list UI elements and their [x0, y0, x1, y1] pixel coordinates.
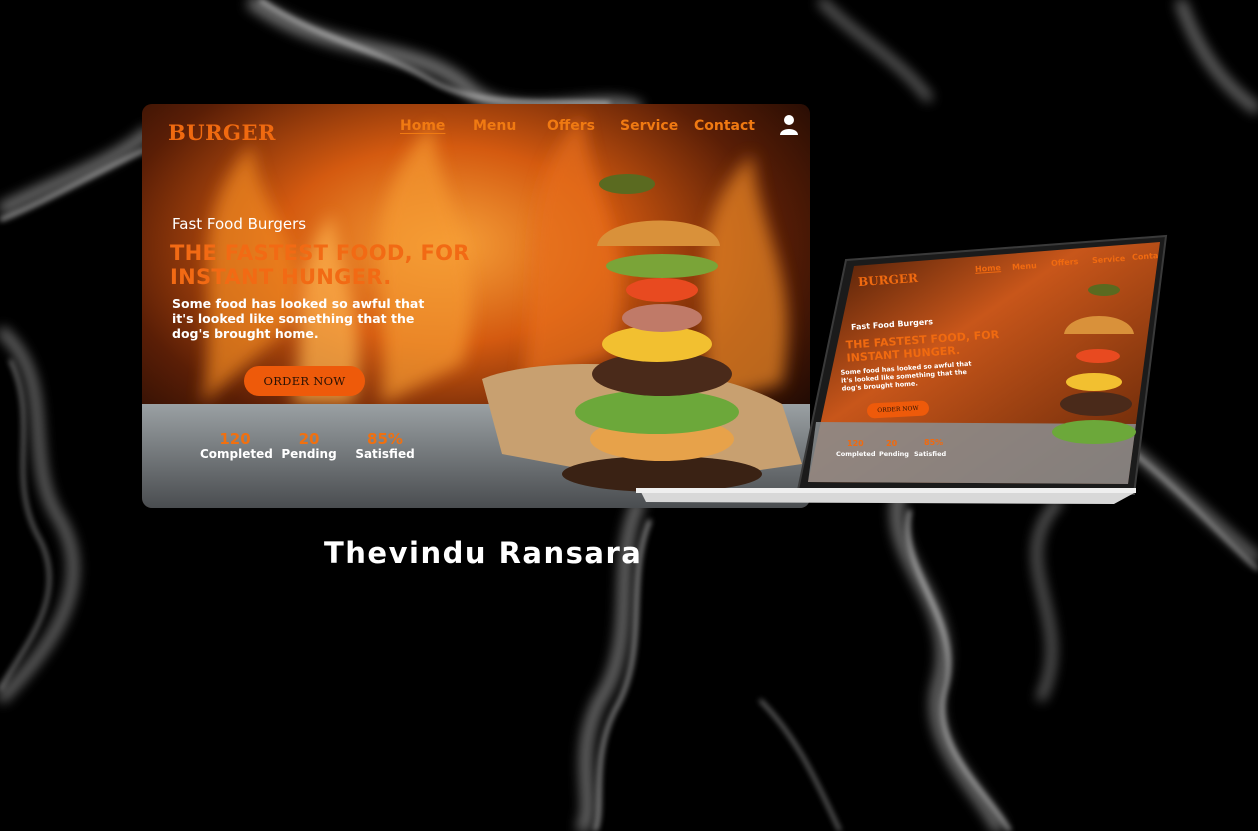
stat-label: Pending [281, 447, 337, 461]
stat-label: Satisfied [355, 447, 415, 461]
nav-home[interactable]: Home [400, 118, 445, 134]
hero-description: Some food has looked so awful that it's … [172, 296, 425, 341]
stat-value: 20 [298, 430, 320, 448]
stat-value: 120 [219, 430, 251, 448]
brand-logo[interactable]: BURGER [168, 120, 276, 145]
nav-service[interactable]: Service [620, 118, 678, 134]
order-now-button[interactable]: ORDER NOW [244, 366, 365, 396]
nav-menu[interactable]: Menu [473, 118, 516, 134]
stat-label: Completed [200, 447, 273, 461]
stat-completed: 120 Completed [200, 430, 273, 462]
user-icon[interactable] [779, 114, 799, 136]
stat-satisfied: 85% Satisfied [350, 431, 420, 462]
hero-kicker: Fast Food Burgers [172, 215, 307, 233]
laptop-frame [636, 234, 1168, 504]
stat-value: 85% [367, 430, 403, 448]
author-name: Thevindu Ransara [324, 536, 643, 570]
hero-title: THE FASTEST FOOD, FOR INSTANT HUNGER. [170, 241, 470, 289]
nav-contact[interactable]: Contact [694, 118, 755, 134]
nav-offers[interactable]: Offers [547, 118, 595, 134]
stat-pending: 20 Pending [280, 431, 338, 462]
